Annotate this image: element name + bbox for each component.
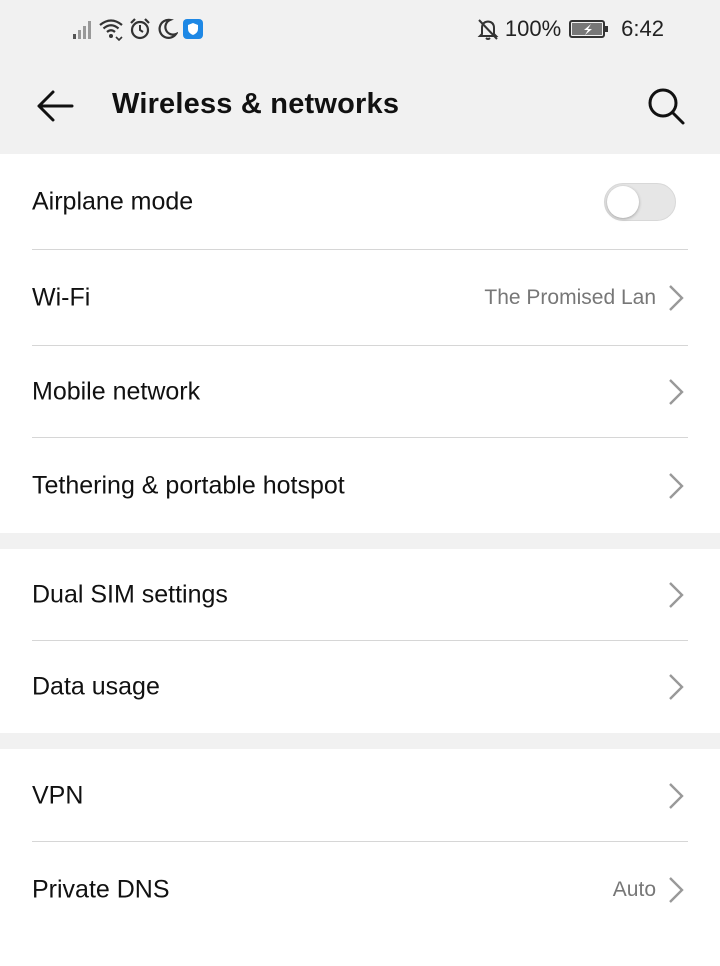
alarm-icon — [130, 18, 150, 40]
notification-shield-icon — [183, 19, 203, 39]
data-usage-label: Data usage — [32, 672, 160, 701]
wifi-network-name: The Promised Lan — [484, 286, 656, 309]
private-dns-row[interactable]: Private DNS Auto — [0, 842, 720, 938]
vpn-label: VPN — [32, 781, 84, 809]
tethering-hotspot-label: Tethering & portable hotspot — [32, 471, 345, 499]
app-bar: Wireless & networks — [0, 58, 720, 154]
chevron-right-icon — [666, 377, 686, 407]
chevron-right-icon — [666, 875, 686, 905]
chevron-right-icon — [666, 283, 686, 313]
search-button[interactable] — [644, 84, 688, 128]
chevron-right-icon — [666, 672, 686, 702]
settings-group-connections: Airplane mode Wi-Fi The Promised Lan Mob… — [0, 154, 720, 533]
signal-icon — [73, 21, 91, 39]
chevron-right-icon — [666, 781, 686, 811]
search-icon — [648, 88, 685, 125]
do-not-disturb-moon-icon — [158, 18, 178, 39]
private-dns-value: Auto — [612, 878, 656, 901]
mute-bell-icon — [477, 19, 499, 40]
mobile-network-label: Mobile network — [32, 377, 201, 406]
dual-sim-settings-row[interactable]: Dual SIM settings — [0, 549, 720, 641]
wifi-label: Wi-Fi — [32, 283, 91, 312]
battery-percentage: 100% — [504, 16, 562, 41]
settings-group-privacy: VPN Private DNS Auto — [0, 749, 720, 966]
tethering-hotspot-row[interactable]: Tethering & portable hotspot — [0, 438, 720, 533]
airplane-mode-toggle[interactable] — [604, 183, 676, 221]
airplane-mode-label: Airplane mode — [32, 187, 194, 216]
mobile-network-row[interactable]: Mobile network — [0, 346, 720, 438]
private-dns-label: Private DNS — [32, 875, 170, 904]
toggle-knob — [607, 186, 639, 218]
vpn-row[interactable]: VPN — [0, 749, 720, 842]
back-button[interactable] — [30, 84, 80, 128]
clock: 6:42 — [621, 16, 664, 41]
page-title: Wireless & networks — [112, 88, 400, 120]
chevron-right-icon — [666, 580, 686, 610]
airplane-mode-row[interactable]: Airplane mode — [0, 154, 720, 250]
battery-icon — [569, 20, 609, 38]
data-usage-row[interactable]: Data usage — [0, 641, 720, 733]
status-icons-right: 100% 6:42 — [477, 16, 664, 42]
status-icons-left — [72, 16, 204, 42]
dual-sim-settings-label: Dual SIM settings — [32, 580, 228, 609]
wifi-row[interactable]: Wi-Fi The Promised Lan — [0, 250, 720, 346]
status-bar: 100% 6:42 — [0, 0, 720, 58]
arrow-left-icon — [37, 90, 74, 122]
wifi-icon — [99, 19, 123, 41]
chevron-right-icon — [666, 471, 686, 501]
settings-group-sim-data: Dual SIM settings Data usage — [0, 549, 720, 733]
